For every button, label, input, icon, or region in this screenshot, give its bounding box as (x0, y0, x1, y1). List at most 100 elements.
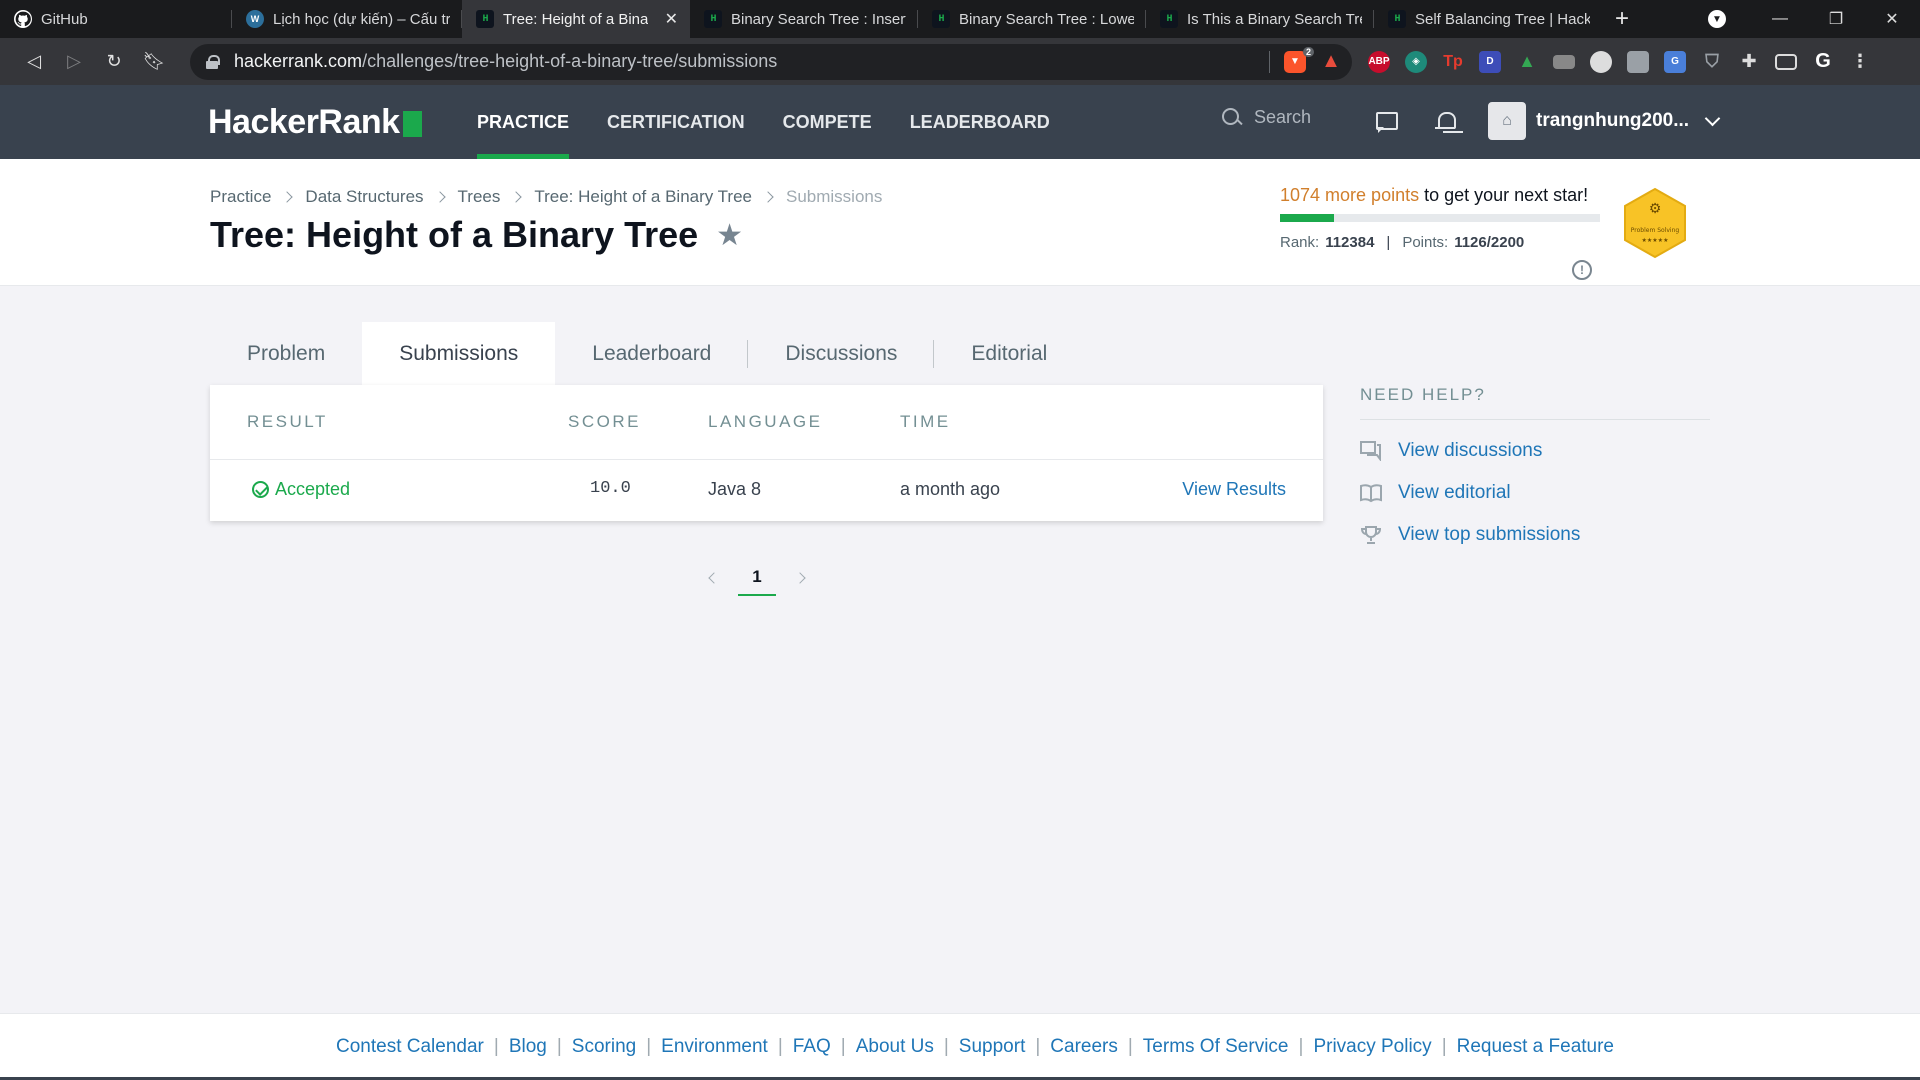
new-tab-button[interactable]: + (1602, 0, 1642, 38)
breadcrumb-challenge[interactable]: Tree: Height of a Binary Tree (534, 187, 752, 207)
d-extension-icon[interactable]: D (1479, 50, 1501, 73)
adblock-plus-icon[interactable]: ABP (1368, 50, 1390, 73)
tab-submissions[interactable]: Submissions (362, 322, 556, 386)
tab-editorial[interactable]: Editorial (934, 322, 1084, 386)
view-editorial-link[interactable]: View editorial (1360, 482, 1710, 504)
extension-icon[interactable] (1553, 54, 1575, 69)
restore-icon[interactable]: ❐ (1808, 0, 1864, 38)
google-drive-icon[interactable]: ▲ (1516, 51, 1538, 73)
forward-icon[interactable]: ▷ (54, 42, 94, 82)
problem-solving-badge[interactable]: ⚙ Problem Solving ★★★★★ (1622, 187, 1688, 259)
book-icon (1360, 483, 1382, 503)
tab-title: Self Balancing Tree | Hacker (1415, 10, 1590, 28)
lock-icon (206, 54, 220, 69)
view-top-submissions-link[interactable]: View top submissions (1360, 524, 1710, 546)
search-box[interactable]: Search (1222, 107, 1311, 128)
footer-link-careers[interactable]: Careers (1050, 1036, 1118, 1058)
challenge-tabs: Problem Submissions Leaderboard Discussi… (210, 322, 1084, 386)
bookmark-star-icon[interactable]: ★ (716, 218, 743, 253)
help-link-label: View editorial (1398, 482, 1511, 503)
footer-separator: | (943, 1036, 949, 1057)
chevron-right-icon[interactable] (794, 572, 806, 584)
nav-certification[interactable]: CERTIFICATION (592, 85, 760, 159)
help-link-label: View top submissions (1398, 524, 1581, 545)
footer-separator: | (1035, 1036, 1041, 1057)
chevron-left-icon[interactable] (708, 572, 720, 584)
close-window-icon[interactable]: ✕ (1864, 0, 1920, 38)
browser-tab-self-balancing[interactable]: H Self Balancing Tree | Hacker (1374, 0, 1602, 38)
brave-rewards-icon[interactable]: ▲ (1320, 50, 1342, 73)
extensions-bar: ABP ◈ Tp D ▲ G ⛉ ✚ G ⋮ (1368, 50, 1871, 73)
star-progress-bar (1280, 214, 1600, 222)
need-help-panel: NEED HELP? View discussions View editori… (1360, 385, 1710, 546)
footer-link-scoring[interactable]: Scoring (572, 1036, 636, 1058)
footer-link-privacy[interactable]: Privacy Policy (1313, 1036, 1431, 1058)
reload-icon[interactable]: ↻ (94, 42, 134, 82)
close-tab-icon[interactable]: ✕ (665, 9, 678, 29)
browser-tab-is-bst[interactable]: H Is This a Binary Search Tree (1146, 0, 1374, 38)
menu-icon[interactable]: ⋮ (1849, 51, 1871, 73)
puzzle-icon[interactable]: ✚ (1738, 51, 1760, 73)
tab-title: Binary Search Tree : Insertio (731, 10, 906, 28)
extension-icon[interactable]: ◈ (1405, 50, 1427, 73)
footer-link-contest-calendar[interactable]: Contest Calendar (336, 1036, 484, 1058)
browser-tab-bst-lowest[interactable]: H Binary Search Tree : Lowest (918, 0, 1146, 38)
browser-tab-strip: GitHub W Lịch học (dự kiến) – Cấu trú H … (0, 0, 1920, 38)
shield-icon[interactable]: ⛉ (1701, 51, 1723, 73)
footer-link-support[interactable]: Support (959, 1036, 1026, 1058)
messages-icon[interactable] (1374, 110, 1398, 134)
breadcrumb-practice[interactable]: Practice (210, 187, 271, 207)
footer-link-faq[interactable]: FAQ (793, 1036, 831, 1058)
score-value: 10.0 (590, 479, 631, 498)
footer-link-request-feature[interactable]: Request a Feature (1457, 1036, 1614, 1058)
brave-shields-icon[interactable]: ▼ 2 (1284, 46, 1314, 73)
view-results-link[interactable]: View Results (1182, 479, 1286, 500)
grammarly-icon[interactable]: G (1812, 50, 1834, 73)
breadcrumb: Practice Data Structures Trees Tree: Hei… (210, 187, 882, 207)
back-icon[interactable]: ◁ (14, 42, 54, 82)
footer-link-environment[interactable]: Environment (661, 1036, 768, 1058)
breadcrumb-trees[interactable]: Trees (458, 187, 501, 207)
tab-search-icon[interactable]: ▼ (1708, 10, 1726, 28)
next-star-message: 1074 more points to get your next star! (1280, 185, 1600, 206)
footer-link-blog[interactable]: Blog (509, 1036, 547, 1058)
info-icon[interactable]: ! (1572, 260, 1592, 280)
logo-square-icon (402, 110, 422, 137)
url-path: /challenges/tree-height-of-a-binary-tree… (362, 51, 778, 71)
browser-tab-bst-insertion[interactable]: H Binary Search Tree : Insertio (690, 0, 918, 38)
notifications-bell-icon[interactable] (1434, 110, 1458, 134)
browser-tab-tree-height[interactable]: H Tree: Height of a Binary ✕ (462, 0, 690, 38)
translate-icon[interactable]: G (1664, 50, 1686, 73)
tab-discussions[interactable]: Discussions (748, 322, 935, 386)
footer-link-about-us[interactable]: About Us (856, 1036, 934, 1058)
status-badge: Accepted (252, 479, 350, 500)
tab-title: Is This a Binary Search Tree (1187, 10, 1362, 28)
help-link-label: View discussions (1398, 440, 1543, 461)
tab-label: Leaderboard (592, 342, 712, 365)
view-discussions-link[interactable]: View discussions (1360, 440, 1710, 462)
extension-icon[interactable] (1627, 50, 1649, 73)
footer-link-terms[interactable]: Terms Of Service (1143, 1036, 1289, 1058)
page-number-current[interactable]: 1 (738, 560, 776, 596)
nav-practice[interactable]: PRACTICE (462, 85, 584, 159)
address-bar[interactable]: hackerrank.com /challenges/tree-height-o… (190, 43, 1352, 80)
browser-tab-lich-hoc[interactable]: W Lịch học (dự kiến) – Cấu trú (232, 0, 462, 38)
tab-leaderboard[interactable]: Leaderboard (555, 322, 749, 386)
tp-extension-icon[interactable]: Tp (1442, 51, 1464, 73)
browser-tab-github[interactable]: GitHub (0, 0, 232, 38)
tab-problem[interactable]: Problem (210, 322, 362, 386)
nav-compete[interactable]: COMPETE (768, 85, 887, 159)
wallet-icon[interactable] (1775, 53, 1797, 70)
language-value: Java 8 (708, 479, 762, 499)
hackerrank-logo[interactable]: HackerRank (208, 103, 422, 142)
column-header-language: LANGUAGE (708, 412, 823, 431)
user-menu[interactable]: ⌂ trangnhung200... (1488, 102, 1721, 140)
nav-leaderboard[interactable]: LEADERBOARD (895, 85, 1065, 159)
bookmark-icon[interactable]: 🔖︎ (134, 42, 174, 82)
table-header: RESULT SCORE LANGUAGE TIME (210, 385, 1323, 460)
rank-divider: | (1386, 234, 1391, 251)
breadcrumb-data-structures[interactable]: Data Structures (305, 187, 423, 207)
submissions-table: RESULT SCORE LANGUAGE TIME Accepted 10.0… (210, 385, 1323, 521)
minimize-icon[interactable]: — (1752, 0, 1808, 38)
extension-icon[interactable] (1590, 50, 1612, 73)
